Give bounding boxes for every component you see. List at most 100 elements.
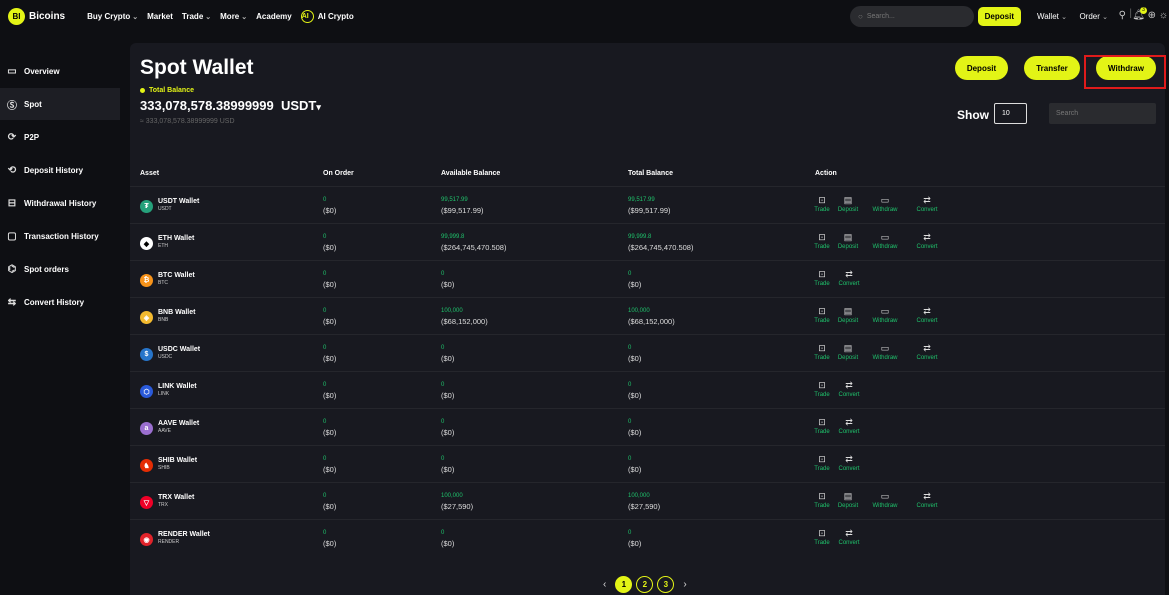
sidebar-item-withdrawal-history[interactable]: ⊟ Withdrawal History <box>0 187 120 219</box>
convert-action-button[interactable]: ⇄ Convert <box>914 232 940 250</box>
logo-mark-icon: BI <box>8 8 25 25</box>
on_order-usd: ($0) <box>323 502 337 511</box>
deposit-icon: ▤ <box>843 306 853 316</box>
withdraw-action-button[interactable]: ▭ Withdraw <box>872 195 898 213</box>
table-search-input[interactable]: Search <box>1049 103 1156 124</box>
convert-icon: ⇄ <box>923 232 931 242</box>
trade-action-button[interactable]: ⊡ Trade <box>809 528 835 546</box>
withdraw-action-button[interactable]: ▭ Withdraw <box>872 232 898 250</box>
deposit-action-button[interactable]: ▤ Deposit <box>835 232 861 250</box>
deposit-action-button[interactable]: ▤ Deposit <box>835 195 861 213</box>
aave-coin-icon: a <box>140 422 153 435</box>
trade-icon: ⊡ <box>818 232 826 242</box>
user-icon[interactable]: ⚲ <box>1119 10 1126 21</box>
total-balance-usd: ≈ 333,078,578.38999999 USD <box>140 118 235 125</box>
total-amount: 99,517.99 <box>628 197 655 203</box>
nav-buy-crypto[interactable]: Buy Crypto ⌄ <box>87 12 138 21</box>
convert-action-button[interactable]: ⇄ Convert <box>836 417 862 435</box>
sidebar-item-transaction-history[interactable]: ▢ Transaction History <box>0 220 120 252</box>
dollar-icon: Ⓢ <box>7 100 17 112</box>
prev-page-button[interactable]: ‹ <box>603 579 606 590</box>
deposit-action-button[interactable]: ▤ Deposit <box>835 306 861 324</box>
wallet-symbol: TRX <box>158 502 168 508</box>
trade-action-button[interactable]: ⊡ Trade <box>809 195 835 213</box>
total-amount: 0 <box>628 382 632 388</box>
table-row: ▽ TRX Wallet TRX 0 ($0) 100,000 ($27,590) 100,0… <box>130 482 1165 519</box>
sidebar-item-spot[interactable]: Ⓢ Spot <box>0 88 120 120</box>
convert-action-button[interactable]: ⇄ Convert <box>836 380 862 398</box>
header-search-input[interactable]: ○ Search... <box>850 6 974 27</box>
transfer-button[interactable]: Transfer <box>1024 56 1080 80</box>
available-amount: 0 <box>441 530 445 536</box>
theme-icon[interactable]: ☼ <box>1159 10 1168 21</box>
nav-trade[interactable]: Trade ⌄ <box>182 12 211 21</box>
withdraw-icon: ▭ <box>880 491 890 501</box>
sidebar-item-deposit-history[interactable]: ⟲ Deposit History <box>0 154 120 186</box>
nav-market[interactable]: Market <box>147 12 173 21</box>
total-usd: ($0) <box>628 280 642 289</box>
column-header-available-balance: Available Balance <box>441 170 501 177</box>
header-deposit-button[interactable]: Deposit <box>977 7 1021 26</box>
available-amount: 100,000 <box>441 493 463 499</box>
wallet-name: USDC Wallet <box>158 346 201 353</box>
page-size-input[interactable]: 10 <box>994 103 1027 124</box>
available-usd: ($0) <box>441 539 455 548</box>
sidebar-item-convert-history[interactable]: ⇆ Convert History <box>0 286 120 318</box>
total-usd: ($0) <box>628 465 642 474</box>
usdc-coin-icon: $ <box>140 348 153 361</box>
trade-action-button[interactable]: ⊡ Trade <box>809 454 835 472</box>
page-3-button[interactable]: 3 <box>657 576 675 593</box>
convert-action-button[interactable]: ⇄ Convert <box>914 306 940 324</box>
trade-action-button[interactable]: ⊡ Trade <box>809 232 835 250</box>
total-usd: ($68,152,000) <box>628 317 675 326</box>
convert-action-button[interactable]: ⇄ Convert <box>836 454 862 472</box>
wallet-name: RENDER Wallet <box>158 531 210 538</box>
currency-selector[interactable]: USDT▾ <box>281 98 321 113</box>
deposit-action-button[interactable]: ▤ Deposit <box>835 491 861 509</box>
convert-action-button[interactable]: ⇄ Convert <box>836 269 862 287</box>
available-amount: 99,517.99 <box>441 197 468 203</box>
header-wallet-menu[interactable]: Wallet ⌄ <box>1037 12 1067 21</box>
header-order-menu[interactable]: Order ⌄ <box>1079 12 1108 21</box>
sidebar-item-p2p[interactable]: ⟳ P2P <box>0 121 120 153</box>
withdraw-icon: ▭ <box>880 343 890 353</box>
available-amount: 0 <box>441 419 445 425</box>
page-1-button[interactable]: 1 <box>615 576 633 593</box>
nav-ai-crypto[interactable]: AI AI Crypto <box>300 10 354 23</box>
convert-action-button[interactable]: ⇄ Convert <box>914 343 940 361</box>
deposit-action-button[interactable]: ▤ Deposit <box>835 343 861 361</box>
logo[interactable]: BI Bicoins <box>8 8 65 25</box>
deposit-button[interactable]: Deposit <box>955 56 1008 80</box>
available-amount: 0 <box>441 345 445 351</box>
next-page-button[interactable]: › <box>683 579 686 590</box>
nav-academy[interactable]: Academy <box>256 12 292 21</box>
available-usd: ($68,152,000) <box>441 317 488 326</box>
convert-icon: ⇄ <box>923 343 931 353</box>
convert-action-button[interactable]: ⇄ Convert <box>836 528 862 546</box>
globe-icon[interactable]: ⊕ <box>1148 10 1156 21</box>
withdraw-action-button[interactable]: ▭ Withdraw <box>872 491 898 509</box>
trade-action-button[interactable]: ⊡ Trade <box>809 306 835 324</box>
trade-action-button[interactable]: ⊡ Trade <box>809 343 835 361</box>
table-row: a AAVE Wallet AAVE 0 ($0) 0 ($0) 0 ($0) ⊡ Trade ⇄ Co… <box>130 408 1165 445</box>
page-2-button[interactable]: 2 <box>636 576 654 593</box>
deposit-icon: ⟲ <box>7 164 17 176</box>
withdraw-action-button[interactable]: ▭ Withdraw <box>872 343 898 361</box>
nav-more[interactable]: More ⌄ <box>220 12 247 21</box>
total-amount: 99,999.8 <box>628 234 652 240</box>
trade-action-button[interactable]: ⊡ Trade <box>809 417 835 435</box>
convert-action-button[interactable]: ⇄ Convert <box>914 491 940 509</box>
spot-wallet-panel: Spot Wallet Total Balance 333,078,578.38… <box>130 43 1166 595</box>
trade-action-button[interactable]: ⊡ Trade <box>809 380 835 398</box>
trade-icon: ⊡ <box>818 195 826 205</box>
sidebar-item-spot-orders[interactable]: ⌬ Spot orders <box>0 253 120 285</box>
on_order-amount: 0 <box>323 308 327 314</box>
trade-action-button[interactable]: ⊡ Trade <box>809 491 835 509</box>
convert-action-button[interactable]: ⇄ Convert <box>914 195 940 213</box>
chevron-down-icon: ▾ <box>316 102 321 112</box>
withdraw-action-button[interactable]: ▭ Withdraw <box>872 306 898 324</box>
sidebar-item-overview[interactable]: ▭ Overview <box>0 55 120 87</box>
wallet-symbol: USDT <box>158 206 172 212</box>
trade-action-button[interactable]: ⊡ Trade <box>809 269 835 287</box>
table-row: ₿ BTC Wallet BTC 0 ($0) 0 ($0) 0 ($0) ⊡ Trade ⇄ Conv… <box>130 260 1165 297</box>
